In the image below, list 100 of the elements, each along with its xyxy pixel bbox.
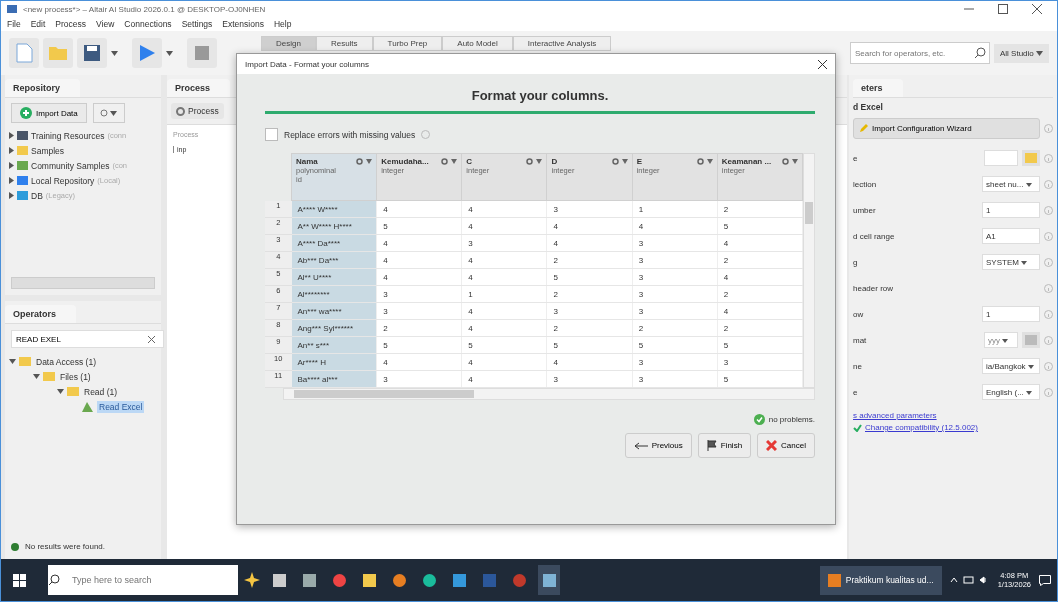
status-icon: [11, 542, 19, 551]
expand-icon[interactable]: [9, 192, 14, 199]
close-icon[interactable]: [818, 59, 827, 69]
menu-item[interactable]: Settings: [181, 19, 213, 29]
notification-icon[interactable]: [1039, 574, 1051, 586]
tree-item[interactable]: Data Access (1): [34, 355, 98, 368]
menu-item[interactable]: Process: [55, 19, 87, 29]
column-menu-icon[interactable]: [356, 158, 373, 165]
caret-icon[interactable]: [166, 50, 173, 56]
panel-tab[interactable]: Process: [167, 79, 231, 97]
panel-tab[interactable]: eters: [853, 79, 903, 97]
compatibility-link[interactable]: Change compatibility (12.5.002): [865, 423, 978, 432]
checkbox[interactable]: [265, 128, 278, 141]
repository-item[interactable]: Samples: [31, 145, 65, 156]
repository-icon: [17, 131, 28, 140]
perspective-tab[interactable]: Design: [261, 36, 316, 51]
horizontal-scrollbar[interactable]: [11, 277, 155, 289]
expand-icon[interactable]: [9, 162, 14, 169]
panel-tab[interactable]: Repository: [5, 79, 80, 97]
caret-icon[interactable]: [111, 50, 118, 56]
parameter-label: umber: [853, 205, 877, 215]
perspective-tab[interactable]: Turbo Prep: [372, 36, 443, 51]
collapse-icon[interactable]: [57, 388, 64, 395]
taskbar-app[interactable]: Praktikum kualitas ud...: [819, 565, 942, 595]
info-icon: [1044, 231, 1053, 241]
info-icon: [1044, 153, 1053, 163]
panel-tab[interactable]: Operators: [5, 305, 76, 323]
parameter-field[interactable]: A1: [982, 228, 1040, 244]
tree-item[interactable]: Files (1): [58, 370, 93, 383]
repository-icon: [17, 161, 28, 170]
cancel-button[interactable]: Cancel: [757, 433, 815, 458]
expand-icon[interactable]: [9, 132, 14, 139]
parameter-field[interactable]: 1: [982, 202, 1040, 218]
window-title: <new process*> – Altair AI Studio 2026.0.1 @ DESKTOP-OJ0NHEN: [23, 4, 267, 14]
parameter-dropdown[interactable]: sheet nu...: [982, 176, 1040, 192]
menu-item[interactable]: Extensions: [222, 19, 264, 29]
previous-button[interactable]: Previous: [624, 433, 692, 458]
perspective-tab[interactable]: Auto Model: [442, 36, 513, 51]
file-field[interactable]: [984, 150, 1018, 166]
collapse-icon[interactable]: [33, 373, 40, 380]
caret-icon: [1026, 391, 1032, 395]
column-menu-icon[interactable]: [526, 158, 543, 165]
column-menu-icon[interactable]: [611, 158, 628, 165]
parameter-dropdown[interactable]: SYSTEM: [982, 254, 1040, 270]
pencil-icon: [859, 124, 868, 133]
parameter-dropdown[interactable]: English (...: [982, 384, 1040, 400]
menu-item[interactable]: File: [7, 19, 21, 29]
tree-item[interactable]: Read (1): [82, 385, 120, 398]
parameter-field[interactable]: 1: [982, 306, 1040, 322]
check-icon: [853, 423, 862, 432]
sparkle-icon: [244, 572, 260, 588]
taskbar-search-field[interactable]: Type here to search: [48, 565, 238, 595]
close-icon[interactable]: [1032, 4, 1042, 14]
menu-item[interactable]: Edit: [30, 19, 46, 29]
folder-icon: [43, 372, 55, 381]
options-dropdown[interactable]: [92, 103, 125, 123]
advanced-parameters-link[interactable]: s advanced parameters: [853, 411, 1053, 420]
finish-button[interactable]: Finish: [697, 433, 752, 458]
operator-icon: [81, 400, 94, 413]
repository-icon: [17, 191, 28, 200]
repository-item[interactable]: Community Samples: [31, 160, 110, 171]
plus-icon: [20, 107, 32, 119]
process-breadcrumb[interactable]: Process: [171, 103, 224, 119]
import-data-button[interactable]: Import Data: [11, 103, 87, 123]
parameter-label: d cell range: [853, 231, 896, 241]
parameter-dropdown[interactable]: yyy: [984, 332, 1018, 348]
repository-item[interactable]: Training Resources: [31, 130, 105, 141]
collapse-icon[interactable]: [9, 358, 16, 365]
expand-icon[interactable]: [9, 147, 14, 154]
menu-item[interactable]: Connections: [124, 19, 172, 29]
wizard-button[interactable]: Import Configuration Wizard: [853, 118, 1040, 139]
perspective-tab[interactable]: Results: [315, 36, 373, 51]
app-icon[interactable]: [538, 565, 560, 595]
column-menu-icon[interactable]: [441, 158, 458, 165]
column-menu-icon[interactable]: [782, 158, 798, 165]
repository-item[interactable]: DB: [31, 190, 43, 201]
ok-icon: [753, 414, 765, 425]
caret-icon: [1027, 365, 1034, 369]
menu-item[interactable]: Help: [273, 19, 292, 29]
maximize-icon[interactable]: [998, 4, 1008, 14]
vertical-scrollbar[interactable]: [803, 153, 815, 388]
studio-dropdown[interactable]: All Studio: [993, 43, 1049, 63]
status-text: No results were found.: [25, 542, 106, 551]
parameter-label: lection: [853, 179, 878, 189]
tree-item[interactable]: Read Excel: [97, 400, 145, 413]
search-field[interactable]: Search for operators, etc.: [849, 42, 990, 64]
horizontal-scrollbar[interactable]: [283, 388, 815, 400]
checkbox-label: Replace errors with missing values: [284, 129, 416, 140]
repository-item[interactable]: Local Repository: [31, 175, 95, 186]
save-icon[interactable]: [77, 38, 107, 68]
perspective-tab[interactable]: Interactive Analysis: [512, 36, 612, 51]
expand-icon[interactable]: [9, 177, 14, 184]
menu-item[interactable]: View: [96, 19, 115, 29]
cross-icon: [766, 440, 778, 451]
operator-search-field[interactable]: READ EXEL: [11, 330, 164, 348]
play-icon[interactable]: [132, 38, 162, 68]
caret-icon: [1025, 183, 1032, 187]
column-menu-icon[interactable]: [696, 158, 713, 165]
info-icon: [1044, 124, 1053, 133]
parameter-dropdown[interactable]: ia/Bangkok: [982, 358, 1040, 374]
